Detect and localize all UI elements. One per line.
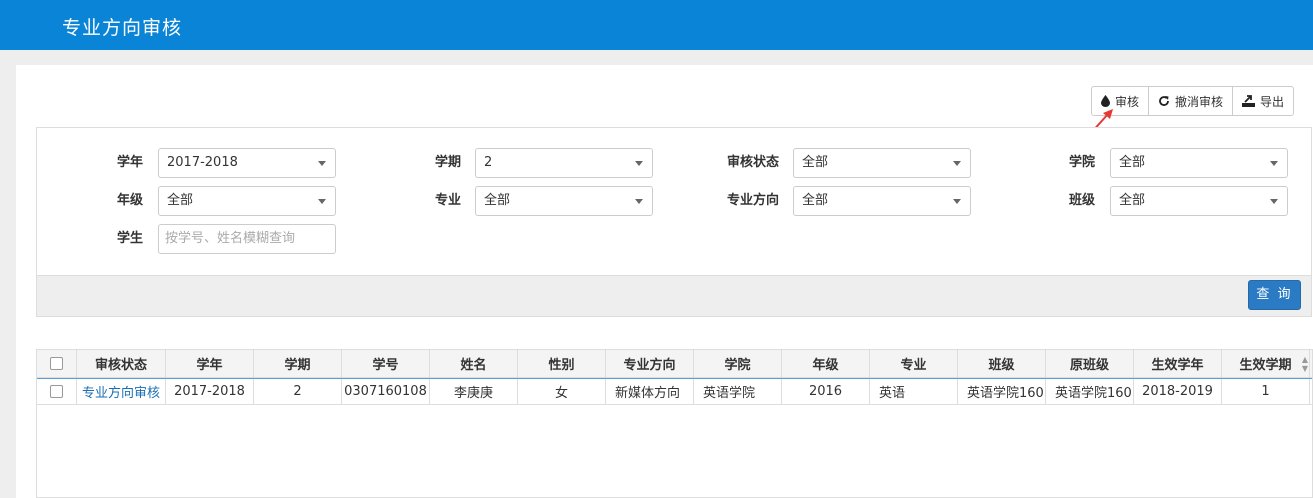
select-all-checkbox[interactable] [50, 357, 63, 370]
cell-value: 英语学院1601 [967, 386, 1046, 401]
page-header: 专业方向审核 [0, 0, 1313, 50]
major-label: 专业 [434, 193, 461, 208]
term-select-value: 2 [484, 155, 493, 170]
table-cell: 2017-2018 [166, 379, 254, 404]
table-cell: 英语学院 [694, 379, 782, 404]
column-header[interactable]: 年级 [782, 350, 870, 377]
row-checkbox[interactable] [50, 385, 63, 398]
column-header[interactable]: 专业方向 [606, 350, 694, 377]
column-header[interactable]: 生效学期 [1222, 350, 1310, 377]
table-cell: 2016 [782, 379, 870, 404]
column-header[interactable]: 学号 [342, 350, 430, 377]
export-button-label: 导出 [1260, 94, 1285, 109]
major-select[interactable]: 全部 [475, 186, 653, 216]
cell-value: 2017-2018 [174, 384, 245, 399]
caret-down-icon [635, 161, 643, 166]
caret-down-icon [953, 161, 961, 166]
page-title: 专业方向审核 [62, 17, 183, 39]
caret-down-icon [953, 199, 961, 204]
table-cell: 新媒体方向 [606, 379, 694, 404]
column-header[interactable]: 姓名 [430, 350, 518, 377]
cell-value: 0307160108 [344, 384, 427, 399]
query-button[interactable]: 查 询 [1248, 280, 1301, 310]
export-icon [1242, 95, 1256, 107]
major-select-value: 全部 [484, 193, 511, 208]
grade-select-value: 全部 [167, 193, 194, 208]
student-search-input[interactable]: 按学号、姓名模糊查询 [158, 224, 336, 254]
column-header[interactable]: 原班级 [1046, 350, 1134, 377]
year-label: 学年 [116, 155, 143, 170]
column-header[interactable]: 生效学年 [1134, 350, 1222, 377]
column-header[interactable]: 班级 [958, 350, 1046, 377]
class-select-value: 全部 [1119, 193, 1146, 208]
cell-value: 2016 [808, 384, 843, 399]
status-select[interactable]: 全部 [793, 148, 971, 178]
college-select-value: 全部 [1119, 155, 1146, 170]
cell-value: 英语 [879, 386, 906, 401]
caret-down-icon [318, 161, 326, 166]
select-all-checkbox-cell [37, 350, 77, 377]
grade-label: 年级 [116, 193, 143, 208]
table-cell: 李庚庚 [430, 379, 518, 404]
table-cell: 专业方向审核 [77, 379, 166, 404]
table-cell: 2 [254, 379, 342, 404]
column-header[interactable]: 学期 [254, 350, 342, 377]
caret-down-icon [1270, 161, 1278, 166]
cell-value: 2 [293, 384, 302, 399]
cell-value: 英语学院 [703, 386, 756, 401]
table-cell: 英语学院1601 [958, 379, 1046, 404]
direction-select[interactable]: 全部 [793, 186, 971, 216]
cell-value: 2018-2019 [1142, 384, 1213, 399]
year-select-value: 2017-2018 [167, 155, 238, 170]
table-cell: 女 [518, 379, 606, 404]
cell-value: 1 [1261, 384, 1270, 399]
audit-button-label: 审核 [1115, 94, 1140, 109]
table-header: 审核状态 学年 学期 学号 姓名 性别 专业方向 学院 年级 专业 班级 原班级 生效学年 生效学期 [37, 350, 1312, 378]
caret-down-icon [635, 199, 643, 204]
student-label: 学生 [116, 231, 143, 246]
column-header[interactable]: 学院 [694, 350, 782, 377]
cell-value: 英语学院1601 [1055, 386, 1134, 401]
caret-down-icon [318, 199, 326, 204]
status-label: 审核状态 [726, 155, 779, 170]
drop-icon [1101, 95, 1110, 107]
class-select[interactable]: 全部 [1110, 186, 1288, 216]
table-cell: 英语 [870, 379, 958, 404]
grade-select[interactable]: 全部 [158, 186, 336, 216]
column-header[interactable]: 性别 [518, 350, 606, 377]
filter-panel: 学年 2017-2018 学期 2 审核状态 全部 学院 全部 年级 全部 专业… [36, 127, 1312, 317]
column-header[interactable]: 审核状态 [77, 350, 166, 377]
direction-select-value: 全部 [802, 193, 829, 208]
table-cell: 0307160108 [342, 379, 430, 404]
table-cell: 1 [1222, 379, 1310, 404]
cancel-audit-button[interactable]: 撤消审核 [1149, 87, 1234, 115]
status-select-value: 全部 [802, 155, 829, 170]
cell-value: 女 [554, 386, 568, 401]
export-button[interactable]: 导出 [1233, 87, 1293, 115]
year-select[interactable]: 2017-2018 [158, 148, 336, 178]
results-table: 审核状态 学年 学期 学号 姓名 性别 专业方向 学院 年级 专业 班级 原班级 生效学年 生效学期 专业… [36, 349, 1313, 498]
caret-down-icon [1270, 199, 1278, 204]
refresh-icon [1158, 95, 1170, 107]
table-row[interactable]: 专业方向审核 2017-2018 2 0307160108 李庚庚 女 新媒体方向 英语学院 2… [37, 378, 1312, 405]
row-checkbox-cell [37, 379, 77, 404]
term-select[interactable]: 2 [475, 148, 653, 178]
direction-label: 专业方向 [726, 193, 779, 208]
cancel-audit-button-label: 撤消审核 [1175, 94, 1224, 109]
scroll-arrows-icon[interactable]: ▲ ▼ [1298, 350, 1312, 378]
status-link[interactable]: 专业方向审核 [82, 382, 160, 401]
college-label: 学院 [1068, 155, 1095, 170]
college-select[interactable]: 全部 [1110, 148, 1288, 178]
class-label: 班级 [1068, 193, 1095, 208]
cell-value: 新媒体方向 [615, 386, 681, 401]
column-header[interactable]: 专业 [870, 350, 958, 377]
term-label: 学期 [434, 155, 461, 170]
column-header[interactable]: 学年 [166, 350, 254, 377]
cell-value: 李庚庚 [453, 386, 493, 401]
table-cell: 2018-2019 [1134, 379, 1222, 404]
action-toolbar: 审核 撤消审核 导出 [1091, 86, 1295, 116]
table-cell: 英语学院1601 [1046, 379, 1134, 404]
filter-footer [37, 275, 1311, 316]
